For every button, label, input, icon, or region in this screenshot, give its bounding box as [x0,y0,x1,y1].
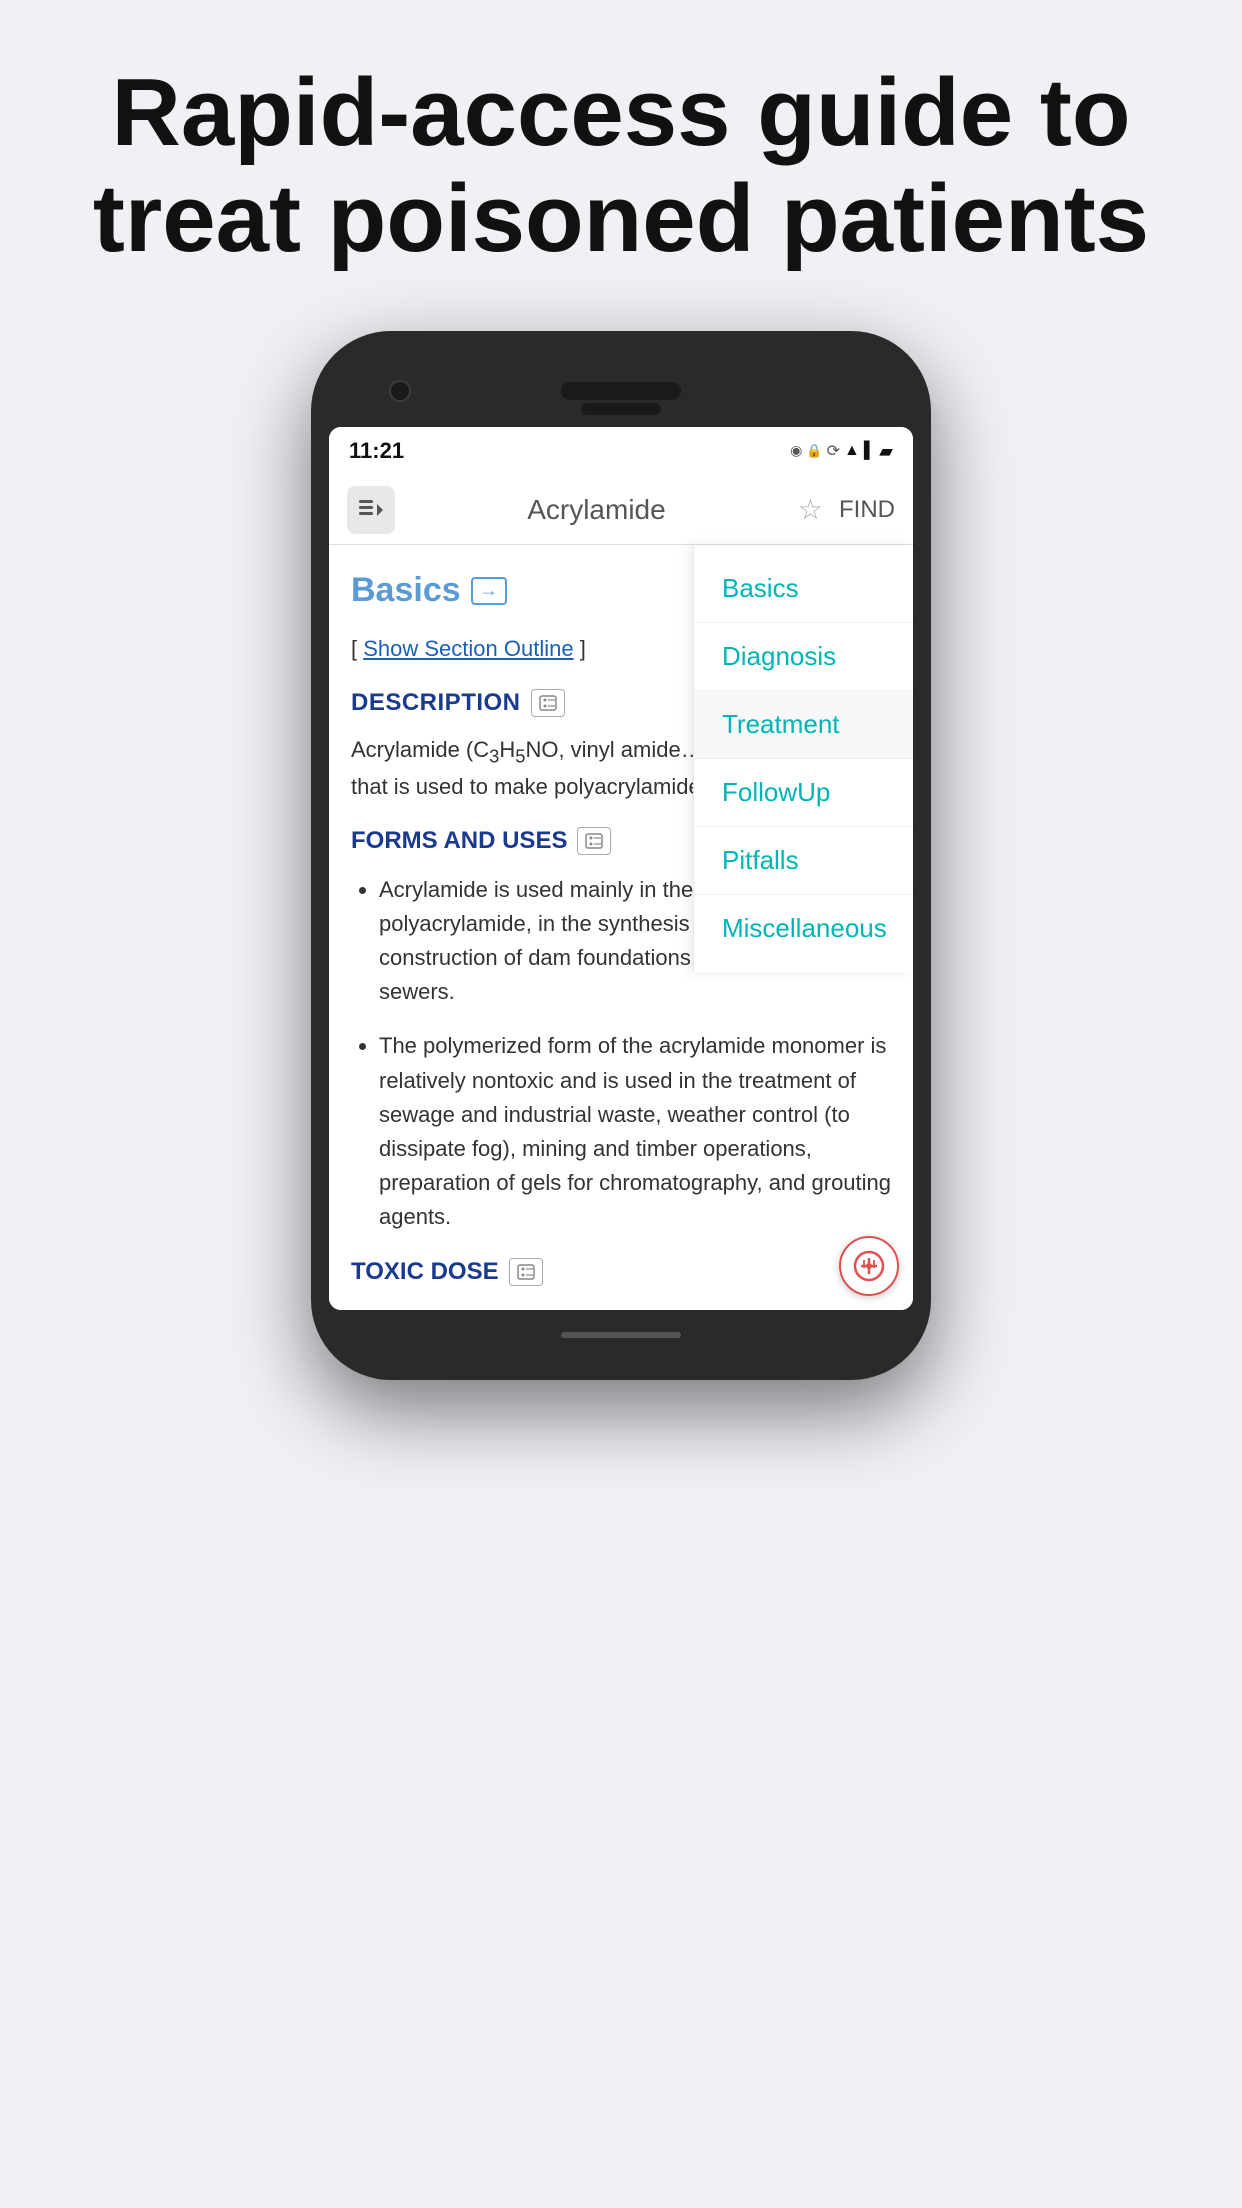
find-button[interactable]: FIND [839,496,895,524]
phone-earpiece [581,403,661,415]
hero-title: Rapid-access guide to treat poisoned pat… [0,60,1242,271]
status-icons [790,441,893,462]
app-logo[interactable] [347,486,395,534]
toxic-dose-label: TOXIC DOSE [351,1254,499,1290]
phone-shell: 11:21 [311,331,931,1380]
toxic-dose-icon-box[interactable] [509,1258,543,1286]
content-area: Basics Diagnosis Treatment FollowUp Pitf… [329,545,913,1310]
phone-bottom-bar [329,1320,913,1350]
phone-top-bar [329,361,913,421]
toxic-dose-heading: TOXIC DOSE [351,1254,891,1290]
overlay-nav-menu: Basics Diagnosis Treatment FollowUp Pitf… [693,545,913,972]
status-time: 11:21 [349,438,404,464]
outline-suffix: ] [574,636,586,661]
show-outline-link[interactable]: Show Section Outline [363,636,573,661]
phone-speaker [561,382,681,400]
status-bar: 11:21 [329,427,913,475]
header-actions: ☆ FIND [798,493,895,526]
phone-camera [389,380,411,402]
signal-icon [864,442,875,460]
nav-item-basics[interactable]: Basics [694,555,913,623]
nav-item-diagnosis[interactable]: Diagnosis [694,623,913,691]
description-label: DESCRIPTION [351,685,521,721]
basics-arrow-icon[interactable]: → [471,577,507,605]
basics-label: Basics [351,565,461,616]
fab-button[interactable] [839,1236,899,1296]
battery-icon [879,441,893,462]
nav-item-pitfalls[interactable]: Pitfalls [694,827,913,895]
nav-item-treatment[interactable]: Treatment [694,691,913,759]
location-icon [790,442,802,460]
list-item-2: The polymerized form of the acrylamide m… [379,1029,891,1234]
home-indicator [561,1332,681,1338]
wifi-icon [844,442,860,460]
nav-item-miscellaneous[interactable]: Miscellaneous [694,895,913,962]
description-icon-box[interactable] [531,689,565,717]
app-title: Acrylamide [409,494,784,526]
phone-container: 11:21 [311,331,931,1380]
sync-icon [827,441,840,461]
outline-prefix: [ [351,636,363,661]
phone-screen: 11:21 [329,427,913,1310]
forms-uses-label: FORMS AND USES [351,823,567,859]
nav-item-followup[interactable]: FollowUp [694,759,913,827]
forms-uses-icon-box[interactable] [577,827,611,855]
app-header: Acrylamide ☆ FIND [329,475,913,545]
star-icon[interactable]: ☆ [798,493,823,526]
lock-icon [806,442,822,460]
page-wrapper: Rapid-access guide to treat poisoned pat… [0,0,1242,2208]
